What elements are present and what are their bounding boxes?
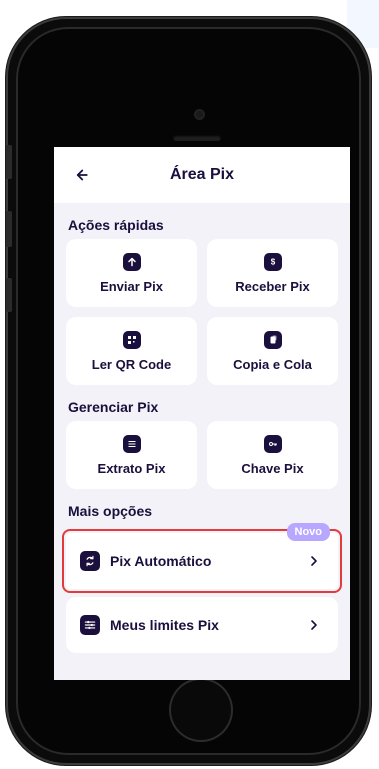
list-icon [122, 434, 141, 453]
option-meus-limites[interactable]: Meus limites Pix [66, 597, 338, 653]
quick-action-label: Enviar Pix [100, 278, 163, 294]
dollar-icon: $ [263, 252, 282, 271]
svg-text:$: $ [270, 257, 275, 266]
back-button[interactable] [66, 161, 94, 189]
manage-label: Chave Pix [241, 460, 304, 476]
home-button[interactable] [169, 678, 233, 742]
quick-action-label: Ler QR Code [91, 356, 172, 372]
chevron-right-icon [304, 551, 324, 571]
arrow-left-icon [76, 169, 88, 181]
quick-action-qr[interactable]: Ler QR Code [66, 317, 197, 385]
quick-action-label: Copia e Cola [233, 356, 312, 372]
quick-action-receive[interactable]: $ Receber Pix [207, 239, 338, 307]
earpiece-speaker [173, 135, 221, 141]
quick-action-label: Receber Pix [235, 278, 310, 294]
chevron-right-icon [304, 615, 324, 635]
app-header: Área Pix [54, 147, 350, 203]
page-title: Área Pix [169, 166, 235, 183]
quick-action-copy[interactable]: Copia e Cola [207, 317, 338, 385]
more-options-list-2: Meus limites Pix [54, 589, 350, 653]
manage-label: Extrato Pix [97, 460, 166, 476]
app-screen: Área Pix Ações rápidas Enviar Pix $ Rece… [54, 147, 350, 680]
manage-key[interactable]: Chave Pix [207, 421, 338, 489]
more-options-list: Novo Pix Automático [54, 523, 350, 593]
manage-statement[interactable]: Extrato Pix [66, 421, 197, 489]
section-label-manage: Gerenciar Pix [68, 399, 159, 415]
quick-action-send[interactable]: Enviar Pix [66, 239, 197, 307]
refresh-icon [80, 551, 100, 571]
option-label: Meus limites Pix [110, 617, 219, 633]
new-badge: Novo [286, 523, 330, 541]
section-label-quick: Ações rápidas [68, 217, 164, 233]
phone-frame: Área Pix Ações rápidas Enviar Pix $ Rece… [6, 17, 371, 765]
sliders-icon [80, 615, 100, 635]
mute-switch [6, 145, 12, 179]
manage-actions-grid: Extrato Pix Chave Pix [54, 421, 350, 489]
option-pix-automatico[interactable]: Novo Pix Automático [62, 523, 342, 593]
key-icon [263, 434, 282, 453]
volume-down-button [6, 278, 12, 312]
quick-actions-grid-row2: Ler QR Code Copia e Cola [54, 317, 350, 385]
qr-icon [122, 330, 141, 349]
volume-up-button [6, 211, 12, 247]
option-label: Pix Automático [110, 553, 212, 569]
quick-actions-grid: Enviar Pix $ Receber Pix [54, 239, 350, 307]
arrow-up-icon [122, 252, 141, 271]
front-camera [196, 111, 203, 118]
copy-icon [263, 330, 282, 349]
section-label-more: Mais opções [68, 503, 153, 519]
